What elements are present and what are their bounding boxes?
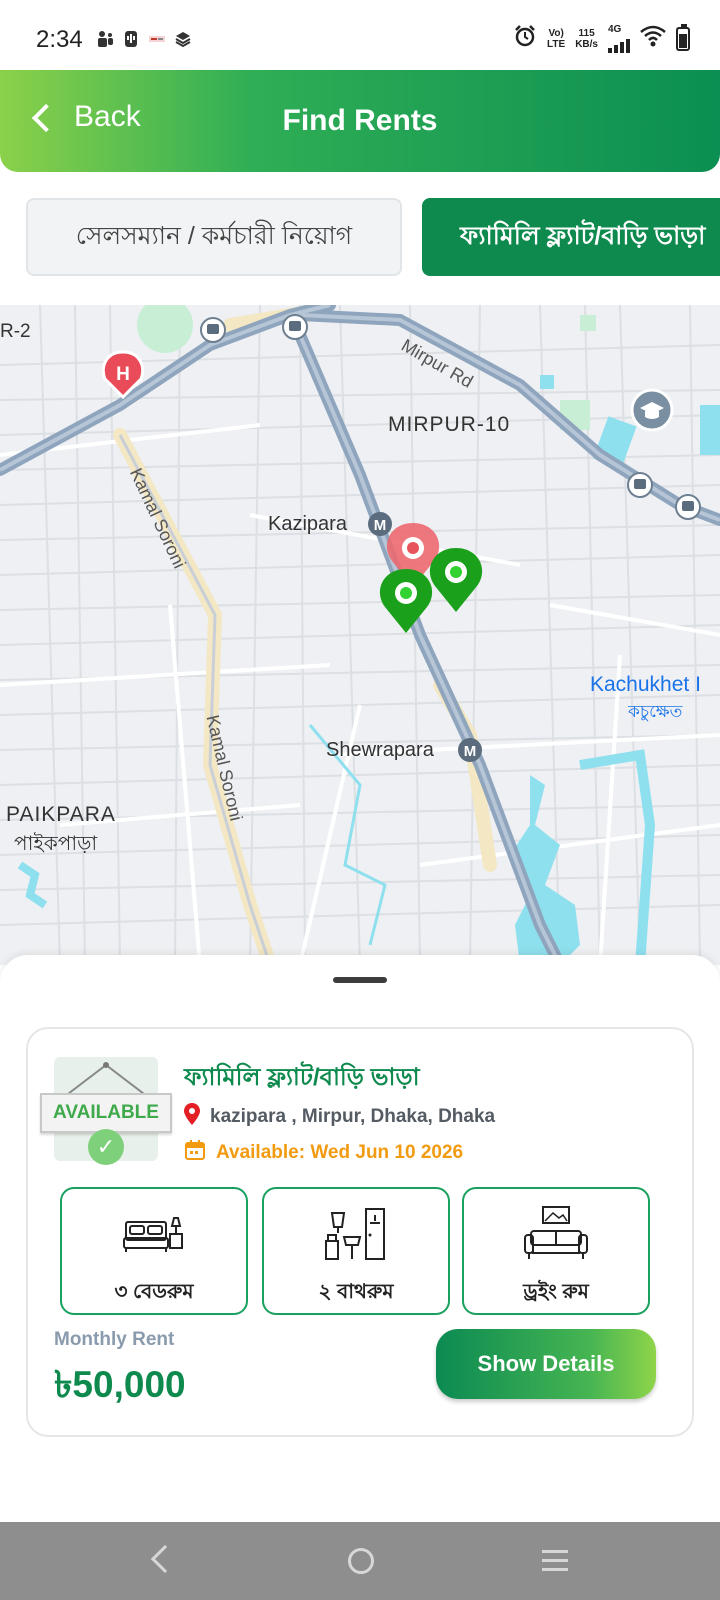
system-nav-bar — [0, 1522, 720, 1600]
alarm-icon — [513, 24, 537, 53]
listing-thumbnail: AVAILABLE ✓ — [40, 1057, 172, 1165]
svg-text:M: M — [374, 517, 387, 534]
feature-bedrooms-label: ৩ বেডরুম — [114, 1281, 194, 1303]
system-status-icons: Vo) LTE 115 KB/s 4G — [513, 23, 690, 53]
find-rents-screen: 2:34 Vo) LTE 115 KB/s 4G Back Find Rents… — [0, 0, 720, 1600]
map-label-kachukhet-en: Kachukhet I — [590, 673, 701, 696]
map-label-kachukhet-bn: কচুক্ষেত — [628, 702, 683, 721]
listing-location: kazipara , Mirpur, Dhaka, Dhaka — [210, 1105, 496, 1127]
category-tabs: সেলসম্যান / কর্মচারী নিয়োগ ফ্যামিলি ফ্ল… — [0, 196, 720, 278]
bathroom-icon — [325, 1208, 385, 1260]
location-pin-icon — [184, 1103, 200, 1130]
page-title: Find Rents — [282, 104, 438, 137]
wifi-icon — [640, 25, 666, 52]
listing-location-row: kazipara , Mirpur, Dhaka, Dhaka — [184, 1103, 495, 1130]
calendar-icon — [184, 1139, 206, 1166]
show-details-button[interactable]: Show Details — [436, 1329, 656, 1399]
nav-recents-icon[interactable] — [542, 1550, 568, 1577]
status-bar: 2:34 Vo) LTE 115 KB/s 4G — [0, 0, 720, 70]
feature-bedrooms: ৩ বেডরুম — [60, 1187, 248, 1315]
battery-icon — [676, 23, 690, 51]
speed-unit: KB/s — [575, 38, 598, 50]
signal-bars-icon — [608, 35, 630, 53]
map-label-mirpur10: MIRPUR-10 — [388, 413, 511, 436]
sheet-drag-handle[interactable] — [333, 977, 387, 983]
layers-icon — [174, 30, 192, 48]
monthly-rent-label: Monthly Rent — [54, 1329, 175, 1350]
svg-text:H: H — [116, 364, 130, 385]
sofa-icon — [524, 1206, 588, 1259]
app-notification-icon — [148, 30, 166, 48]
monthly-rent-value: ৳50,000 — [54, 1364, 186, 1405]
volte-line2: LTE — [547, 38, 566, 50]
volte-indicator: Vo) LTE — [547, 28, 565, 50]
available-sign: AVAILABLE — [40, 1093, 172, 1133]
speed-value: 115 — [578, 27, 595, 39]
map-canvas: M M H — [0, 305, 720, 965]
volte-line1: Vo) — [548, 27, 564, 39]
map-label-mirpur2: R-2 — [0, 321, 31, 342]
map-label-shewrapara: Shewrapara — [326, 739, 434, 761]
bed-icon — [123, 1217, 183, 1252]
nav-back-icon[interactable] — [150, 1544, 180, 1574]
listing-bottom-sheet: AVAILABLE ✓ ফ্যামিলি ফ্ল্যাট/বাড়ি ভাড়া… — [0, 955, 720, 1525]
svg-text:M: M — [464, 743, 477, 760]
network-speed: 115 KB/s — [575, 28, 598, 50]
usb-icon — [122, 30, 140, 48]
status-time: 2:34 — [36, 26, 83, 53]
tab-family-flat-rent[interactable]: ফ্যামিলি ফ্ল্যাট/বাড়ি ভাড়া — [422, 198, 720, 276]
listing-card[interactable]: AVAILABLE ✓ ফ্যামিলি ফ্ল্যাট/বাড়ি ভাড়া… — [26, 1027, 694, 1437]
check-circle-icon: ✓ — [88, 1129, 124, 1165]
feature-drawing-room: ড্রইং রুম — [462, 1187, 650, 1315]
notification-icons — [96, 30, 192, 48]
listing-title: ফ্যামিলি ফ্ল্যাট/বাড়ি ভাড়া — [184, 1064, 420, 1091]
map-label-paikpara-bn: পাইকপাড়া — [14, 833, 98, 855]
teams-icon — [96, 30, 114, 48]
network-type: 4G — [608, 24, 622, 35]
nav-home-icon[interactable] — [348, 1548, 374, 1574]
feature-bathrooms: ২ বাথরুম — [262, 1187, 450, 1315]
feature-bathrooms-label: ২ বাথরুম — [318, 1281, 394, 1303]
map-label-paikpara-en: PAIKPARA — [6, 803, 116, 826]
tab-salesman-hiring[interactable]: সেলসম্যান / কর্মচারী নিয়োগ — [26, 198, 402, 276]
listing-available-row: Available: Wed Jun 10 2026 — [184, 1139, 463, 1166]
cellular-signal: 4G — [608, 24, 630, 53]
feature-drawing-room-label: ড্রইং রুম — [523, 1281, 589, 1303]
map-label-kazipara: Kazipara — [268, 513, 347, 535]
app-header: Back Find Rents — [0, 70, 720, 172]
listing-available-date: Available: Wed Jun 10 2026 — [216, 1141, 464, 1163]
map-view[interactable]: M M H R-2 MIRPUR-10 Mirpur Rd Kazipara K… — [0, 305, 720, 965]
